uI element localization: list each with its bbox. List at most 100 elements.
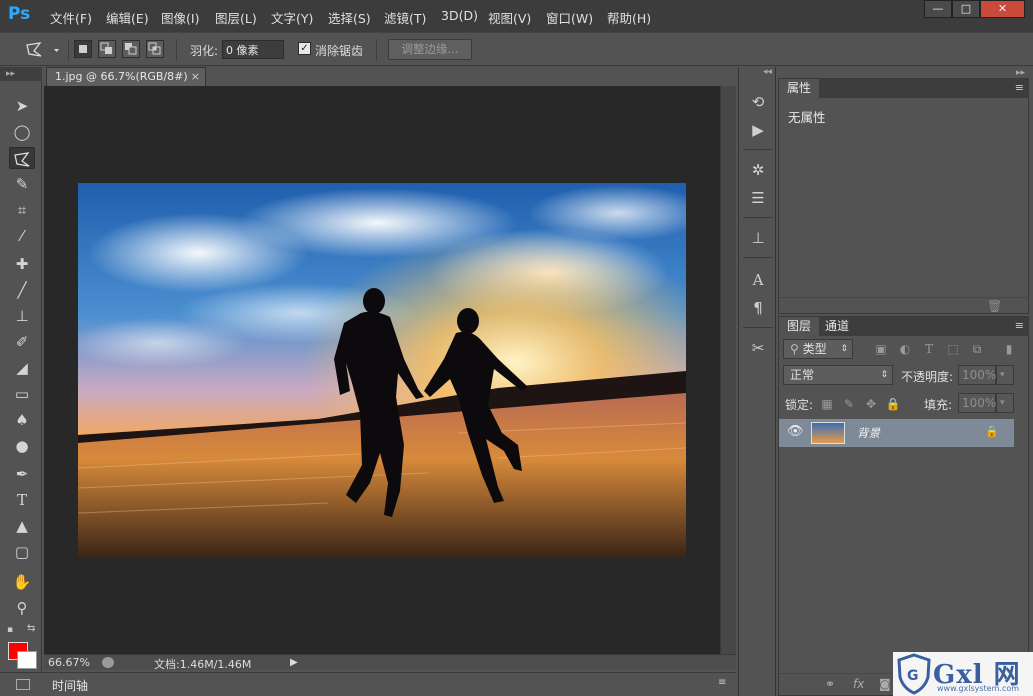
- link-layers-icon[interactable]: ⚭: [825, 677, 835, 691]
- opacity-dropdown-icon[interactable]: ▾: [996, 365, 1014, 385]
- zoom-tool-icon[interactable]: ⚲: [9, 597, 35, 619]
- type-tool-icon[interactable]: T: [9, 489, 35, 511]
- toolbar-collapse-handle[interactable]: ▸▸: [0, 67, 42, 81]
- menu-image[interactable]: 图像(I): [161, 8, 199, 27]
- vertical-scrollbar[interactable]: [720, 86, 736, 654]
- filter-adjustment-icon[interactable]: ◐: [897, 341, 913, 357]
- filter-type-icon[interactable]: T: [921, 341, 937, 357]
- menu-help[interactable]: 帮助(H): [607, 8, 651, 27]
- menu-filter[interactable]: 滤镜(T): [384, 8, 426, 27]
- fill-input[interactable]: 100%: [958, 393, 996, 413]
- feather-input[interactable]: [222, 40, 284, 59]
- blur-tool-icon[interactable]: ♠: [9, 409, 35, 431]
- tab-channels[interactable]: 通道: [817, 317, 857, 336]
- quick-selection-tool-icon[interactable]: ✎: [9, 173, 35, 195]
- refine-edge-button[interactable]: 调整边缘...: [388, 39, 472, 60]
- status-menu-arrow-icon[interactable]: ▶: [290, 657, 298, 668]
- filter-smart-object-icon[interactable]: ⧉: [969, 341, 985, 357]
- blend-mode-select[interactable]: 正常 ⇕: [783, 365, 893, 385]
- rectangle-tool-icon[interactable]: ▢: [9, 541, 35, 563]
- gradient-tool-icon[interactable]: ▭: [9, 383, 35, 405]
- filter-pixel-icon[interactable]: ▣: [873, 341, 889, 357]
- dock-separator: [743, 327, 773, 328]
- properties-menu-icon[interactable]: ≡: [1015, 81, 1024, 94]
- filter-toggle-icon[interactable]: ▮: [1001, 341, 1017, 357]
- dock-collapse-icon[interactable]: ◂◂: [763, 67, 772, 77]
- filter-shape-icon[interactable]: ⬚: [945, 341, 961, 357]
- minimize-button[interactable]: —: [924, 0, 952, 18]
- svg-text:G: G: [907, 668, 919, 684]
- close-button[interactable]: ✕: [980, 0, 1025, 18]
- add-mask-icon[interactable]: ◙: [879, 677, 891, 691]
- layers-panel: 图层 通道 ≡ ⚲ 类型 ⇕ ▣ ◐ T ⬚ ⧉ ▮ 正常 ⇕ 不透明度: 100%…: [778, 316, 1029, 696]
- panels-collapse-icon[interactable]: ▸▸: [1016, 68, 1025, 78]
- lock-position-icon[interactable]: ✥: [863, 396, 879, 412]
- brush-presets-icon[interactable]: ✲: [747, 159, 769, 181]
- eraser-tool-icon[interactable]: ◢: [9, 357, 35, 379]
- menu-select[interactable]: 选择(S): [328, 8, 371, 27]
- adjustments-icon[interactable]: ☰: [747, 187, 769, 209]
- menu-3d[interactable]: 3D(D): [441, 8, 478, 23]
- polygonal-lasso-tool-icon[interactable]: [9, 147, 35, 169]
- pen-tool-icon[interactable]: ✒: [9, 463, 35, 485]
- antialias-checkbox[interactable]: ✓: [298, 42, 311, 55]
- watermark-url: www.gxlsystem.com: [937, 684, 1020, 693]
- layers-menu-icon[interactable]: ≡: [1015, 319, 1024, 332]
- status-info-icon[interactable]: [102, 657, 114, 668]
- brush-tool-icon[interactable]: ╱: [9, 279, 35, 301]
- clone-source-icon[interactable]: ⊥: [747, 227, 769, 249]
- dock-separator: [743, 149, 773, 150]
- timeline-label[interactable]: 时间轴: [52, 677, 88, 694]
- tool-preset-picker[interactable]: [24, 40, 64, 60]
- path-selection-tool-icon[interactable]: ▲: [9, 515, 35, 537]
- paragraph-panel-icon[interactable]: ¶: [747, 297, 769, 319]
- lock-transparent-icon[interactable]: ▦: [819, 396, 835, 412]
- menu-window[interactable]: 窗口(W): [546, 8, 593, 27]
- move-tool-icon[interactable]: ➤: [9, 95, 35, 117]
- eyedropper-tool-icon[interactable]: ⁄: [9, 225, 35, 247]
- add-to-selection-icon[interactable]: [98, 40, 116, 58]
- hand-tool-icon[interactable]: ✋: [9, 571, 35, 593]
- fx-icon[interactable]: fx: [853, 677, 864, 691]
- fill-dropdown-icon[interactable]: ▾: [996, 393, 1014, 413]
- menu-layer[interactable]: 图层(L): [215, 8, 257, 27]
- layer-row-background[interactable]: 👁 背景 🔒: [779, 419, 1014, 447]
- zoom-level[interactable]: 66.67%: [48, 656, 90, 669]
- opacity-input[interactable]: 100%: [958, 365, 996, 385]
- elliptical-marquee-tool-icon[interactable]: ◯: [9, 121, 35, 143]
- history-icon[interactable]: ⟲: [747, 91, 769, 113]
- spot-healing-tool-icon[interactable]: ✚: [9, 253, 35, 275]
- watermark: G Gxl 网 www.gxlsystem.com: [893, 652, 1033, 696]
- tool-presets-icon[interactable]: ✂: [747, 337, 769, 359]
- tab-properties[interactable]: 属性: [779, 79, 820, 98]
- dodge-tool-icon[interactable]: ●: [9, 435, 35, 457]
- menu-file[interactable]: 文件(F): [50, 8, 92, 27]
- lock-all-icon[interactable]: 🔒: [885, 396, 901, 412]
- menu-edit[interactable]: 编辑(E): [106, 8, 149, 27]
- lock-image-icon[interactable]: ✎: [841, 396, 857, 412]
- intersect-selection-icon[interactable]: [146, 40, 164, 58]
- menu-view[interactable]: 视图(V): [488, 8, 531, 27]
- restore-button[interactable]: □: [952, 0, 980, 18]
- default-colors-icon[interactable]: ▪: [7, 625, 13, 635]
- subtract-from-selection-icon[interactable]: [122, 40, 140, 58]
- layer-filter-select[interactable]: ⚲ 类型 ⇕: [783, 339, 853, 359]
- crop-tool-icon[interactable]: ⌗: [9, 199, 35, 221]
- close-tab-icon[interactable]: ×: [191, 68, 200, 85]
- visibility-eye-icon[interactable]: 👁: [787, 424, 804, 439]
- actions-play-icon[interactable]: ▶: [747, 119, 769, 141]
- background-color-swatch[interactable]: [17, 651, 37, 669]
- character-panel-icon[interactable]: A: [747, 269, 769, 291]
- tab-layers[interactable]: 图层: [779, 317, 820, 336]
- swap-colors-icon[interactable]: ⇆: [27, 623, 35, 634]
- clone-stamp-tool-icon[interactable]: ⊥: [9, 305, 35, 327]
- menu-type[interactable]: 文字(Y): [271, 8, 313, 27]
- document-tab[interactable]: 1.jpg @ 66.7%(RGB/8#) ×: [46, 67, 206, 86]
- layer-name[interactable]: 背景: [857, 425, 880, 441]
- canvas-area[interactable]: [44, 86, 720, 654]
- history-brush-tool-icon[interactable]: ✐: [9, 331, 35, 353]
- new-selection-icon[interactable]: [74, 40, 92, 58]
- timeline-menu-icon[interactable]: ≡: [718, 677, 726, 688]
- document-image[interactable]: [78, 183, 686, 557]
- delete-icon[interactable]: 🗑: [987, 299, 1002, 313]
